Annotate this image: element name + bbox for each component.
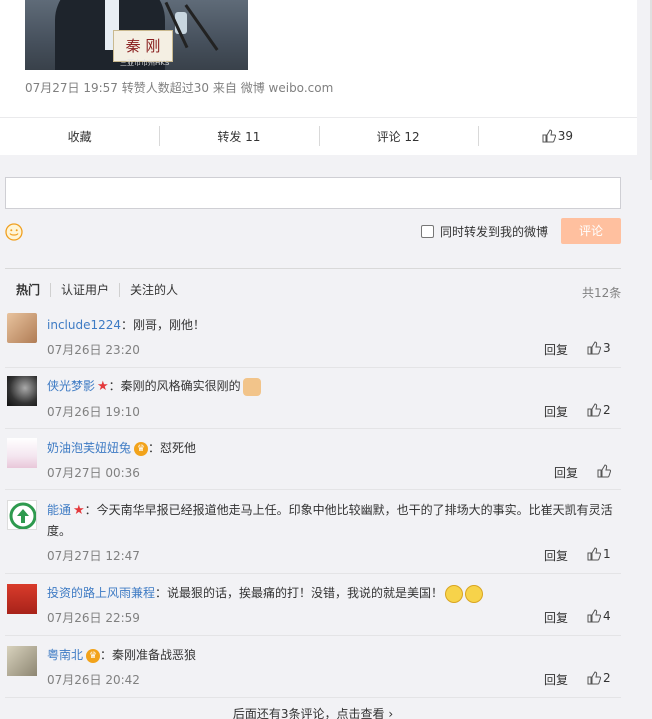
comment-user[interactable]: include1224: [47, 318, 121, 332]
laugh-cry-emoji-icon: [465, 584, 484, 603]
comment-item: 奶油泡芙妞妞兔 ♛ ：怼死他 07月27日 00:36 回复: [5, 429, 621, 490]
comment-time: 07月26日 19:10: [47, 405, 140, 419]
tab-verified-users[interactable]: 认证用户: [50, 283, 119, 297]
thumbs-up-icon: [542, 129, 556, 143]
forward-button[interactable]: 转发 11: [159, 118, 318, 154]
thumbs-up-icon: [597, 464, 611, 478]
forward-option-label: 同时转发到我的微博: [440, 225, 549, 239]
comment-body: ：刚哥，刚他！: [121, 318, 206, 332]
comment-user[interactable]: 侠光梦影: [47, 379, 95, 393]
comment-item: 投资的路上风雨兼程：说最狠的话，挨最痛的打！没错，我说的就是美国！ 07月26日…: [5, 574, 621, 636]
comment-item: 能通 ★：今天南华早报已经报道他走马上任。印象中他比较幽默，也干的了排场大的事实。…: [5, 490, 621, 574]
photo-watermark: 三亚市市州HKS: [120, 59, 170, 67]
weibo-post-card: 秦 刚 三亚市市州HKS 07月27日 19:57 转赞人数超过30 来自 微博…: [0, 0, 637, 155]
member-crown-icon: ♛: [134, 441, 149, 456]
comment-divider: [5, 268, 621, 269]
comment-body: ：今天南华早报已经报道他走马上任。印象中他比较幽默，也干的了排场大的事实。比崔天…: [47, 503, 613, 538]
favorite-label: 收藏: [67, 129, 92, 144]
like-button[interactable]: 39: [477, 118, 637, 154]
comment-like-count: 3: [603, 341, 611, 355]
comment-like-count: 2: [603, 403, 611, 417]
verified-star-icon: ★: [97, 379, 109, 394]
green-arrow-logo-icon: [9, 502, 36, 529]
like-count: 39: [557, 129, 574, 143]
emoji-smile-icon[interactable]: [5, 223, 23, 241]
comment-label: 评论 12: [376, 129, 420, 144]
avatar[interactable]: [7, 376, 37, 406]
comment-text-line: 侠光梦影 ★：秦刚的风格确实很刚的: [47, 376, 621, 397]
comment-like-button[interactable]: 4: [587, 609, 611, 623]
comment-body: ：怼死他: [148, 441, 197, 455]
comment-time: 07月26日 22:59: [47, 611, 140, 625]
comment-total: 共12条: [582, 286, 622, 300]
comment-time: 07月27日 00:36: [47, 466, 140, 480]
comment-like-count: 4: [603, 609, 611, 623]
reply-button[interactable]: 回复: [544, 341, 568, 358]
member-crown-icon: ♛: [86, 648, 101, 663]
thumbs-up-icon: [587, 403, 601, 417]
comment-like-button[interactable]: [597, 464, 613, 478]
reply-button[interactable]: 回复: [544, 671, 568, 688]
comment-body: ：秦刚的风格确实很刚的: [108, 379, 241, 393]
source-prefix: 来自: [212, 81, 237, 95]
submit-comment-button[interactable]: 评论: [561, 218, 621, 244]
comment-user[interactable]: 能通: [47, 503, 71, 517]
post-photo[interactable]: 秦 刚 三亚市市州HKS: [25, 0, 248, 70]
verified-star-icon: ★: [73, 503, 85, 518]
reply-button[interactable]: 回复: [544, 609, 568, 626]
comment-input[interactable]: [5, 177, 621, 209]
comment-user[interactable]: 奶油泡芙妞妞兔: [47, 441, 131, 455]
avatar[interactable]: [7, 438, 37, 468]
thumbs-up-icon: [587, 609, 601, 623]
avatar[interactable]: [7, 584, 37, 614]
comment-like-button[interactable]: 3: [587, 341, 611, 355]
thumbs-up-icon: [587, 671, 601, 685]
avatar[interactable]: [7, 500, 37, 530]
tab-following[interactable]: 关注的人: [119, 283, 188, 297]
thumbs-up-emoji-icon: [242, 377, 261, 396]
comment-like-button[interactable]: 1: [587, 547, 611, 561]
forward-to-weibo-option[interactable]: 同时转发到我的微博: [421, 223, 548, 240]
comment-like-count: 2: [603, 671, 611, 685]
post-timestamp[interactable]: 07月27日 19:57: [25, 81, 118, 95]
comment-button[interactable]: 评论 12: [318, 118, 478, 154]
thumbs-up-icon: [587, 547, 601, 561]
avatar[interactable]: [7, 646, 37, 676]
repost-note: 转赞人数超过30: [121, 81, 210, 95]
comment-like-button[interactable]: 2: [587, 403, 611, 417]
load-more-comments-link[interactable]: 后面还有3条评论，点击查看 ›: [5, 699, 621, 719]
reply-button[interactable]: 回复: [554, 464, 578, 481]
comment-item: 粤南北 ♛ ：秦刚准备战恶狼 07月26日 20:42 回复 2: [5, 636, 621, 698]
thumbs-up-icon: [587, 341, 601, 355]
comment-user[interactable]: 投资的路上风雨兼程: [47, 586, 155, 600]
comment-item: include1224：刚哥，刚他！ 07月26日 23:20 回复 3: [5, 305, 621, 368]
post-meta: 07月27日 19:57 转赞人数超过30 来自 微博 weibo.com: [25, 79, 333, 96]
comment-time: 07月26日 20:42: [47, 673, 140, 687]
comment-text-line: 奶油泡芙妞妞兔 ♛ ：怼死他: [47, 438, 621, 458]
comment-filter-tabs: 热门 认证用户 关注的人: [16, 283, 188, 297]
post-source-link[interactable]: 微博 weibo.com: [241, 81, 334, 95]
comment-time: 07月26日 23:20: [47, 343, 140, 357]
reply-button[interactable]: 回复: [544, 547, 568, 564]
tab-hot[interactable]: 热门: [16, 283, 50, 297]
comment-body: ：秦刚准备战恶狼: [100, 648, 197, 662]
comment-item: 侠光梦影 ★：秦刚的风格确实很刚的 07月26日 19:10 回复 2: [5, 368, 621, 429]
reply-button[interactable]: 回复: [544, 403, 568, 420]
forward-checkbox[interactable]: [421, 225, 434, 238]
comment-text-line: include1224：刚哥，刚他！: [47, 315, 621, 335]
comment-like-count: 1: [603, 547, 611, 561]
comment-user[interactable]: 粤南北: [47, 648, 83, 662]
comment-text-line: 投资的路上风雨兼程：说最狠的话，挨最痛的打！没错，我说的就是美国！: [47, 583, 621, 603]
forward-label: 转发 11: [217, 129, 261, 144]
post-action-bar: 收藏 转发 11 评论 12 39: [0, 117, 637, 154]
comment-text-line: 粤南北 ♛ ：秦刚准备战恶狼: [47, 645, 621, 665]
avatar[interactable]: [7, 313, 37, 343]
comment-body: ：说最狠的话，挨最痛的打！没错，我说的就是美国！: [155, 586, 444, 600]
laugh-cry-emoji-icon: [445, 584, 464, 603]
comment-time: 07月27日 12:47: [47, 549, 140, 563]
comment-text-line: 能通 ★：今天南华早报已经报道他走马上任。印象中他比较幽默，也干的了排场大的事实。…: [47, 500, 621, 541]
comment-like-button[interactable]: 2: [587, 671, 611, 685]
photo-microphone-2: [184, 4, 219, 51]
favorite-button[interactable]: 收藏: [0, 118, 159, 154]
